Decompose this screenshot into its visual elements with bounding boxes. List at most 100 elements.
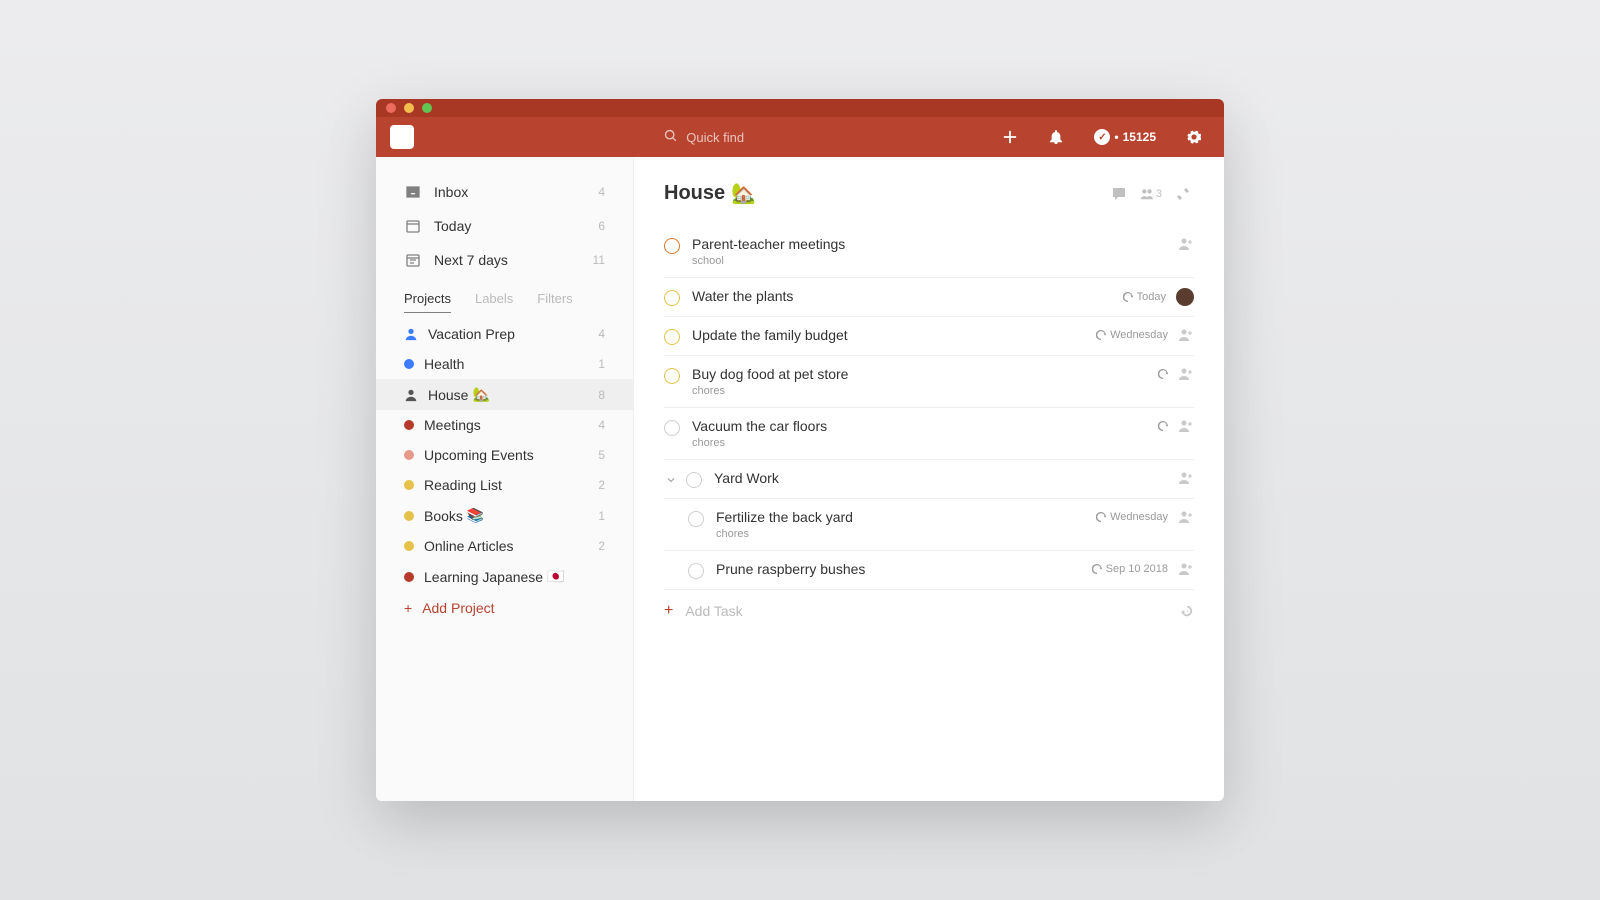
task-title: Buy dog food at pet store — [692, 366, 1150, 382]
minimize-window-button[interactable] — [404, 103, 414, 113]
task-due[interactable]: Today — [1123, 291, 1166, 303]
task-due[interactable] — [1158, 421, 1168, 431]
view-options-button[interactable] — [1172, 183, 1194, 205]
project-count: 4 — [598, 418, 605, 432]
task-row[interactable]: Update the family budget Wednesday — [664, 317, 1194, 356]
project-count: 4 — [598, 327, 605, 341]
task-list: Parent-teacher meetingsschoolWater the p… — [664, 226, 1194, 590]
task-due[interactable]: Sep 10 2018 — [1092, 563, 1168, 575]
project-name: Books — [424, 508, 463, 524]
project-count: 2 — [598, 478, 605, 492]
project-list: Vacation Prep4Health1House🏡8Meetings4Upc… — [376, 319, 633, 592]
task-row[interactable]: Parent-teacher meetingsschool — [664, 226, 1194, 278]
assign-icon[interactable] — [1178, 327, 1194, 343]
project-color-icon — [404, 511, 414, 521]
task-checkbox[interactable] — [664, 368, 680, 384]
maximize-window-button[interactable] — [422, 103, 432, 113]
task-title: Vacuum the car floors — [692, 418, 1150, 434]
task-row[interactable]: Buy dog food at pet store chores — [664, 356, 1194, 408]
task-title: Prune raspberry bushes — [716, 561, 1084, 577]
project-name: Reading List — [424, 477, 502, 493]
tab-filters[interactable]: Filters — [537, 291, 572, 313]
assign-icon[interactable] — [1178, 561, 1194, 577]
project-row[interactable]: Reading List 2 — [376, 470, 633, 500]
project-name: House — [428, 387, 468, 403]
app-logo[interactable] — [390, 125, 414, 149]
project-color-icon — [404, 480, 414, 490]
task-meta: chores — [716, 528, 1088, 540]
project-row[interactable]: Books📚1 — [376, 500, 633, 531]
project-name: Online Articles — [424, 538, 513, 554]
app-window: Quick find ✓ • 15125 Inbox 4 Today 6 — [376, 99, 1224, 801]
task-due[interactable]: Wednesday — [1096, 329, 1168, 341]
sidebar: Inbox 4 Today 6 Next 7 days 11 Projects … — [376, 157, 634, 801]
project-color-icon — [404, 450, 414, 460]
task-checkbox[interactable] — [664, 420, 680, 436]
task-title: Yard Work — [714, 470, 1170, 486]
task-row[interactable]: Vacuum the car floors chores — [664, 408, 1194, 460]
assignee-avatar[interactable] — [1176, 288, 1194, 306]
assign-icon[interactable] — [1178, 470, 1194, 486]
task-row[interactable]: Yard Work — [664, 460, 1194, 499]
search-icon — [664, 129, 678, 146]
project-row[interactable]: Upcoming Events5 — [376, 440, 633, 470]
project-color-icon — [404, 572, 414, 582]
project-row[interactable]: Health1 — [376, 349, 633, 379]
project-title: House 🏡 — [664, 181, 1098, 206]
project-row[interactable]: House🏡8 — [376, 379, 633, 410]
task-due[interactable] — [1158, 369, 1168, 379]
notifications-button[interactable] — [1040, 121, 1072, 153]
sidebar-inbox[interactable]: Inbox 4 — [376, 175, 633, 209]
project-name: Vacation Prep — [428, 326, 515, 342]
task-checkbox[interactable] — [686, 472, 702, 488]
project-name: Upcoming Events — [424, 447, 534, 463]
sidebar-next-7-days[interactable]: Next 7 days 11 — [376, 243, 633, 277]
assign-icon[interactable] — [1178, 366, 1194, 382]
project-row[interactable]: Meetings4 — [376, 410, 633, 440]
task-meta: chores — [692, 437, 1150, 449]
assign-icon[interactable] — [1178, 236, 1194, 252]
task-checkbox[interactable] — [664, 329, 680, 345]
close-window-button[interactable] — [386, 103, 396, 113]
task-row[interactable]: Water the plants Today — [664, 278, 1194, 317]
workspace: Inbox 4 Today 6 Next 7 days 11 Projects … — [376, 157, 1224, 801]
project-row[interactable]: Online Articles 2 — [376, 531, 633, 561]
content-header: House 🏡 3 — [664, 181, 1194, 206]
task-title: Water the plants — [692, 288, 1115, 304]
assign-icon[interactable] — [1178, 418, 1194, 434]
karma-points: 15125 — [1123, 130, 1156, 144]
task-checkbox[interactable] — [688, 563, 704, 579]
task-title: Update the family budget — [692, 327, 1088, 343]
tab-labels[interactable]: Labels — [475, 291, 513, 313]
task-row[interactable]: Fertilize the back yardchoresWednesday — [664, 499, 1194, 551]
person-icon — [404, 327, 418, 341]
settings-button[interactable] — [1178, 121, 1210, 153]
karma-icon: ✓ — [1094, 129, 1110, 145]
share-button[interactable]: 3 — [1140, 183, 1162, 205]
sidebar-today[interactable]: Today 6 — [376, 209, 633, 243]
add-project-button[interactable]: + Add Project — [376, 592, 633, 624]
add-task-button[interactable]: + Add Task — [664, 590, 1194, 632]
project-color-icon — [404, 359, 414, 369]
chevron-down-icon[interactable] — [664, 473, 678, 487]
task-meta: school — [692, 255, 1170, 267]
quick-find[interactable]: Quick find — [664, 129, 744, 146]
quick-add-button[interactable] — [994, 121, 1026, 153]
person-icon — [404, 388, 418, 402]
project-count: 2 — [598, 539, 605, 553]
assign-icon[interactable] — [1178, 509, 1194, 525]
karma-badge[interactable]: ✓ • 15125 — [1086, 127, 1164, 147]
project-row[interactable]: Vacation Prep 4 — [376, 319, 633, 349]
task-checkbox[interactable] — [664, 290, 680, 306]
comments-button[interactable] — [1108, 183, 1130, 205]
activity-icon[interactable] — [755, 604, 1194, 618]
task-checkbox[interactable] — [688, 511, 704, 527]
task-meta: chores — [692, 385, 1150, 397]
task-due[interactable]: Wednesday — [1096, 511, 1168, 523]
project-count: 1 — [598, 509, 605, 523]
task-checkbox[interactable] — [664, 238, 680, 254]
task-row[interactable]: Prune raspberry bushes Sep 10 2018 — [664, 551, 1194, 590]
tab-projects[interactable]: Projects — [404, 291, 451, 313]
project-row[interactable]: Learning Japanese🇯🇵 — [376, 561, 633, 592]
calendar-week-icon — [404, 251, 422, 269]
